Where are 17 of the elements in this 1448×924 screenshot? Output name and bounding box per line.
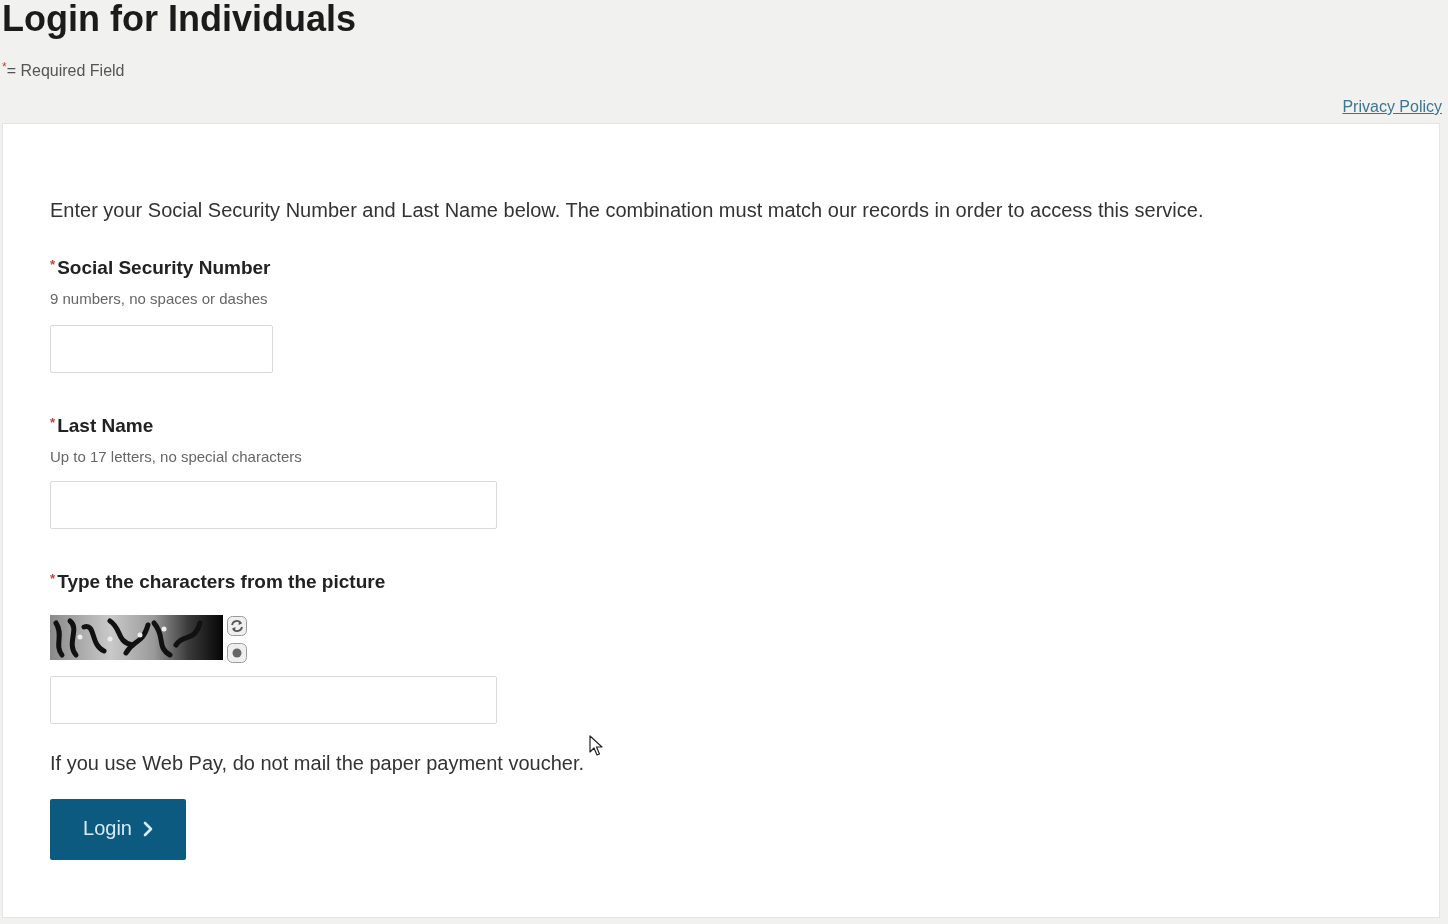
- login-button[interactable]: Login: [50, 799, 186, 860]
- intro-text: Enter your Social Security Number and Last Name below. The combination must match our records in order to access this service.: [50, 198, 1204, 222]
- text-input-field[interactable]: [50, 481, 497, 529]
- field-hint: Up to 17 letters, no special characters: [50, 448, 302, 466]
- privacy-policy-link[interactable]: Privacy Policy: [1342, 97, 1442, 117]
- field-label: $^{*}$Last Name: [50, 414, 154, 438]
- page-title: Login for Individuals: [2, 0, 356, 38]
- mouse-pointer-icon: [589, 735, 604, 757]
- refresh-icon[interactable]: [227, 616, 247, 636]
- notice-text: If you use Web Pay, do not mail the paper payment voucher.: [50, 751, 584, 775]
- chevron-right-icon: [142, 820, 153, 837]
- text-input-field[interactable]: [50, 325, 273, 373]
- required-field-note: $^{*}$= Required Field: [2, 62, 125, 80]
- field-label: $^{*}$Social Security Number: [50, 256, 271, 280]
- text-input-field[interactable]: [50, 676, 497, 724]
- field-label: $^{*}$Type the characters from the picture: [50, 570, 386, 594]
- field-hint: 9 numbers, no spaces or dashes: [50, 290, 268, 308]
